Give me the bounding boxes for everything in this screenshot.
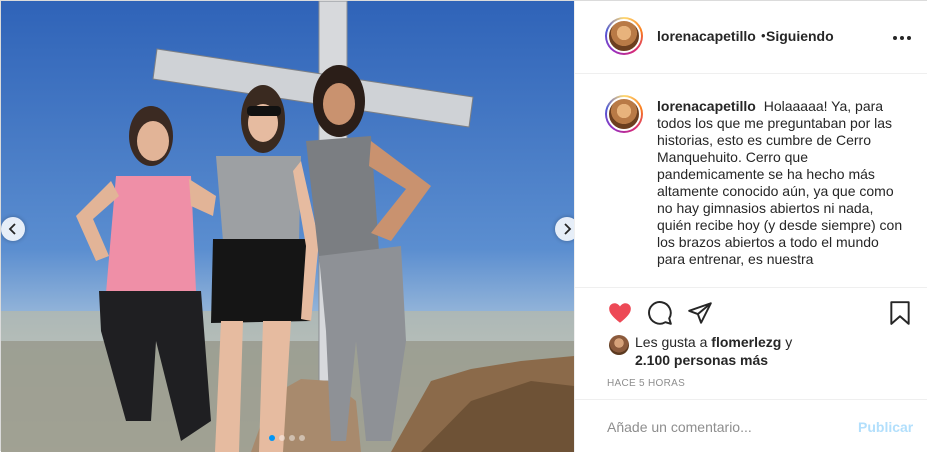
heart-icon[interactable] (607, 300, 633, 326)
likes-conjunction: y (785, 334, 793, 350)
next-photo-button[interactable] (555, 217, 574, 241)
comment-icon[interactable] (647, 300, 673, 326)
liker-username[interactable]: flomerlezg (711, 334, 781, 350)
chevron-right-icon (564, 223, 572, 235)
caption-text-block: lorenacapetillo Holaaaaa! Ya, para todos… (657, 98, 907, 268)
post-actions: Les gusta a flomerlezg y 2.100 personas … (575, 287, 927, 389)
comment-input[interactable] (607, 417, 827, 437)
publish-button[interactable]: Publicar (858, 419, 913, 435)
carousel-dot (279, 435, 285, 441)
post-caption: lorenacapetillo Holaaaaa! Ya, para todos… (575, 75, 927, 287)
more-options-icon[interactable] (893, 29, 911, 47)
likes-others-link[interactable]: 2.100 personas más (635, 352, 768, 368)
instagram-post: lorenacapetillo • Siguiendo lorenacapeti… (0, 0, 927, 452)
caption-body: Holaaaaa! Ya, para todos los que me preg… (657, 98, 903, 267)
bookmark-icon[interactable] (887, 300, 913, 326)
chevron-left-icon (8, 223, 16, 235)
likes-prefix: Les gusta a (635, 334, 708, 350)
post-timestamp[interactable]: Hace 5 horas (607, 378, 685, 389)
author-avatar[interactable] (605, 17, 643, 55)
carousel-indicator (269, 435, 305, 441)
carousel-dot (289, 435, 295, 441)
post-header: lorenacapetillo • Siguiendo (575, 1, 927, 74)
photo-illustration (1, 1, 574, 452)
post-photo[interactable] (1, 1, 574, 452)
carousel-dot (299, 435, 305, 441)
following-button[interactable]: Siguiendo (766, 28, 834, 44)
previous-photo-button[interactable] (1, 217, 25, 241)
caption-username[interactable]: lorenacapetillo (657, 98, 756, 114)
caption-author-avatar[interactable] (605, 95, 643, 133)
post-side-panel: lorenacapetillo • Siguiendo lorenacapeti… (574, 1, 927, 452)
author-username[interactable]: lorenacapetillo (657, 28, 756, 44)
comment-form: Publicar (575, 399, 927, 452)
likes-summary: Les gusta a flomerlezg y 2.100 personas … (609, 333, 909, 369)
carousel-dot (269, 435, 275, 441)
share-icon[interactable] (687, 300, 713, 326)
separator-dot: • (761, 28, 766, 43)
